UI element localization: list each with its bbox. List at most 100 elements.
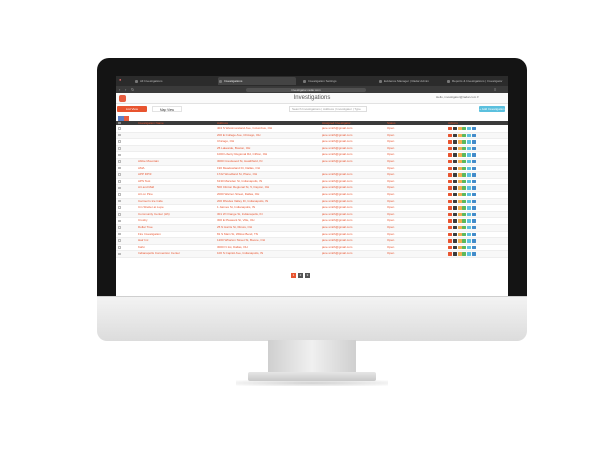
investigation-name[interactable]: Kahn — [138, 245, 213, 251]
share-icon[interactable] — [471, 206, 476, 210]
note-icon[interactable] — [457, 199, 462, 204]
investigation-name[interactable]: Art and Mall — [138, 185, 213, 191]
map-icon[interactable] — [452, 133, 457, 138]
edit-icon[interactable] — [467, 160, 472, 164]
photo-icon[interactable] — [462, 193, 467, 197]
row-checkbox[interactable] — [118, 166, 121, 170]
view-icon[interactable] — [448, 186, 452, 190]
row-checkbox[interactable] — [118, 153, 121, 157]
map-icon[interactable] — [452, 199, 457, 204]
map-icon[interactable] — [452, 179, 457, 184]
table-row[interactable]: AMA 190 Meadowland Dr, Dallas, OH Open — [116, 166, 508, 173]
row-checkbox[interactable] — [118, 160, 121, 163]
view-icon[interactable] — [448, 173, 452, 177]
add-investigation-button[interactable]: + Add Investigation — [479, 106, 505, 112]
edit-icon[interactable] — [467, 219, 472, 223]
photo-icon[interactable] — [462, 146, 467, 151]
map-icon[interactable] — [452, 239, 457, 243]
view-icon[interactable] — [448, 160, 452, 164]
row-checkbox[interactable] — [118, 193, 121, 196]
photo-icon[interactable] — [462, 239, 467, 243]
table-row[interactable]: Carmen's Ice Cafe 200 Rhodes Valley Dr, I… — [116, 198, 508, 206]
table-row[interactable]: Cin Shelter at Lupe 1 Jaimes St, Indianap… — [116, 205, 508, 212]
row-checkbox[interactable] — [118, 245, 121, 249]
browser-tab[interactable]: Reports & Investigations | Investigator — [446, 77, 508, 85]
table-row[interactable]: Hair Inc 1200 Wharton Street St, Boone, O… — [116, 238, 508, 245]
map-icon[interactable] — [452, 245, 457, 250]
browser-tab-active[interactable]: Investigations — [218, 77, 296, 85]
investigation-name[interactable]: Hair Inc — [138, 238, 213, 244]
edit-icon[interactable] — [467, 127, 472, 131]
note-icon[interactable] — [457, 173, 462, 177]
page-button[interactable]: 3 — [305, 273, 310, 278]
view-icon[interactable] — [448, 153, 452, 157]
investigation-name[interactable]: Dollar Tree — [138, 225, 213, 231]
table-row[interactable]: Crosby 300 E Pleasant St, Ville, OH jane.s… — [116, 218, 508, 225]
view-icon[interactable] — [448, 193, 452, 197]
share-icon[interactable] — [471, 153, 476, 157]
share-icon[interactable] — [471, 212, 476, 217]
share-icon[interactable] — [471, 179, 476, 184]
url-field[interactable]: investigator.radar.com — [246, 87, 366, 92]
share-icon[interactable] — [471, 133, 476, 138]
view-icon[interactable] — [448, 226, 452, 230]
photo-icon[interactable] — [462, 140, 467, 144]
share-icon[interactable] — [471, 173, 476, 177]
edit-icon[interactable] — [467, 146, 472, 151]
photo-icon[interactable] — [462, 166, 467, 171]
note-icon[interactable] — [457, 245, 462, 250]
view-icon[interactable] — [448, 127, 452, 131]
photo-icon[interactable] — [462, 226, 467, 230]
share-icon[interactable] — [471, 252, 476, 256]
investigation-name[interactable]: Abbie Mountain — [138, 159, 213, 165]
edit-icon[interactable] — [467, 166, 472, 171]
photo-icon[interactable] — [462, 206, 467, 210]
photo-icon[interactable] — [462, 173, 467, 177]
column-header-address[interactable]: Address — [217, 121, 228, 125]
select-all-checkbox[interactable] — [118, 121, 121, 125]
map-icon[interactable] — [452, 153, 457, 157]
photo-icon[interactable] — [462, 199, 467, 204]
edit-icon[interactable] — [467, 232, 472, 236]
note-icon[interactable] — [457, 206, 462, 210]
row-checkbox[interactable] — [118, 199, 121, 203]
share-icon[interactable] — [471, 160, 476, 164]
edit-icon[interactable] — [467, 245, 472, 250]
row-checkbox[interactable] — [118, 226, 121, 229]
column-header-investigator[interactable]: Assigned Investigator — [322, 121, 351, 125]
note-icon[interactable] — [457, 140, 462, 144]
row-checkbox[interactable] — [118, 173, 121, 177]
note-icon[interactable] — [457, 239, 462, 243]
photo-icon[interactable] — [462, 153, 467, 157]
photo-icon[interactable] — [462, 160, 467, 164]
page-button[interactable]: 2 — [298, 273, 303, 278]
table-row[interactable]: APS Test 6130 Marsden St, Indianapolis, I… — [116, 179, 508, 186]
investigation-name[interactable]: Indianapolis Convention Center — [138, 251, 213, 257]
list-view-button[interactable]: List View — [117, 106, 147, 112]
share-icon[interactable] — [471, 219, 476, 223]
menu-icon[interactable]: ≡ — [494, 87, 498, 92]
table-row[interactable]: Art on Pine 2000 Warren Street, Dallas, O… — [116, 192, 508, 199]
browser-tab[interactable]: All Investigations — [134, 77, 202, 85]
share-icon[interactable] — [471, 245, 476, 250]
table-row[interactable]: APP DP/3 1722 Woodland St, Plano, OH jane.… — [116, 172, 508, 179]
row-checkbox[interactable] — [118, 180, 121, 183]
edit-icon[interactable] — [467, 173, 472, 177]
browser-tab[interactable]: Investigation Settings — [302, 77, 378, 85]
view-icon[interactable] — [448, 232, 452, 236]
map-icon[interactable] — [452, 212, 457, 217]
investigation-name[interactable]: Carmen's Ice Cafe — [138, 199, 213, 205]
edit-icon[interactable] — [467, 206, 472, 210]
photo-icon[interactable] — [462, 219, 467, 223]
share-icon[interactable] — [471, 232, 476, 236]
close-window-icon[interactable]: ● — [119, 78, 123, 82]
note-icon[interactable] — [457, 179, 462, 184]
table-row[interactable]: 200 E College Ave, Chicago, OH jane.smith… — [116, 132, 508, 140]
map-icon[interactable] — [452, 206, 457, 210]
share-icon[interactable] — [471, 193, 476, 197]
investigation-name[interactable]: Crosby — [138, 218, 213, 224]
share-icon[interactable] — [471, 127, 476, 131]
view-icon[interactable] — [448, 199, 452, 204]
investigation-name[interactable]: APS Test — [138, 179, 213, 185]
note-icon[interactable] — [457, 133, 462, 138]
